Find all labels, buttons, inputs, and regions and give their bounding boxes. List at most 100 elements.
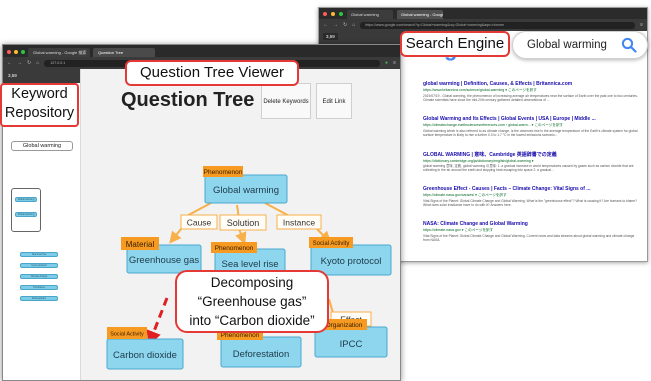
result-snippet: global warming 意味, 定義, global warming の意… [423,164,634,173]
svg-text:Kyoto protocol: Kyoto protocol [321,256,382,267]
browser-tab[interactable]: Global warming - Google 検索 [28,48,90,57]
tree-node-deforestation: Deforestation [220,336,302,368]
result-snippet: Vital Signs of the Planet: Global Climat… [423,199,637,208]
tree-node-global-warming: Global warming [204,174,288,204]
question-tree-canvas[interactable]: Question Tree Delete Keywords Edit Link [81,69,400,380]
callout-decomposing: Decomposing “Greenhouse gas” into “Carbo… [175,270,329,333]
search-result: Greenhouse Effect - Causes | Facts – Cli… [423,186,638,212]
decompose-arrow [146,297,169,346]
home-icon[interactable]: ⌂ [352,22,355,28]
result-title-link[interactable]: NASA: Climate Change and Global Warming [423,221,638,227]
keyword-list-item[interactable]: Kyoto protocol [20,263,58,268]
address-bar[interactable]: https://www.google.com/search?q=Global+w… [360,21,636,29]
callout-question-tree-viewer: Question Tree Viewer [125,60,299,86]
keyword-chip[interactable]: Global warming [15,212,37,217]
svg-text:Phenomenon: Phenomenon [204,169,243,176]
callout-line: Keyword [11,86,68,102]
svg-text:IPCC: IPCC [340,339,363,350]
reload-icon[interactable]: ↻ [27,60,31,66]
result-url[interactable]: https://climate.nasa.gov ▾ このページを訳す [423,228,638,233]
callout-search-engine: Search Engine [400,31,510,57]
search-results: global warming | Definition, Causes, & E… [423,81,638,256]
result-title-link[interactable]: global warming | Definition, Causes, & E… [423,81,638,87]
forward-icon[interactable]: → [17,60,22,66]
svg-text:Greenhouse gas: Greenhouse gas [129,255,199,266]
reload-icon[interactable]: ↻ [343,22,347,28]
keyword-list-item[interactable]: Climate change [20,274,58,279]
forward-icon[interactable]: → [333,22,338,28]
keyword-list-item[interactable]: Deforestation [20,296,58,301]
svg-text:Cause: Cause [187,218,212,228]
result-snippet: Vital Signs of the Planet: Global Climat… [423,234,635,243]
tree-tag-social-activity: Social Activity [309,237,353,248]
tree-tag-phenomenon: Phenomenon [203,166,243,177]
address-bar-row: ← → ↻ ⌂ https://www.google.com/search?q=… [319,19,647,31]
browser-tab-active[interactable]: Global warming - Google 検索 [397,10,443,19]
relation-instance-label: Instance [276,214,322,230]
svg-text:Instance: Instance [283,218,315,228]
relation-cause-label: Cause [180,214,218,230]
maximize-window-icon[interactable] [339,11,343,16]
extension-icon[interactable]: ● [385,60,388,66]
svg-text:Sea level rise: Sea level rise [221,259,278,270]
keyword-card[interactable]: Global warming Global warming [11,188,41,232]
search-icon[interactable] [621,37,637,58]
svg-text:Organization: Organization [326,322,363,329]
search-box[interactable]: Global warming [512,31,648,59]
search-result: NASA: Climate Change and Global Warming … [423,221,638,247]
result-snippet: Global warming which is also referred to… [423,129,638,138]
browser-tab[interactable]: Global warming [347,10,393,19]
search-query[interactable]: Global warming [527,39,607,51]
result-url[interactable]: https://dictionary.cambridge.org/ja/dict… [423,159,638,163]
relation-solution-label: Solution [219,214,267,231]
minimize-window-icon[interactable] [331,11,335,16]
close-window-icon[interactable] [323,11,327,16]
back-icon[interactable]: ← [323,22,328,28]
result-title-link[interactable]: Greenhouse Effect - Causes | Facts – Cli… [423,186,638,192]
zoom-level[interactable]: 3,59 [323,33,338,40]
keyword-list-item[interactable]: Sea level rise [20,252,58,257]
minimize-window-icon[interactable] [14,50,18,54]
svg-text:Phenomenon: Phenomenon [221,332,260,339]
zoom-level[interactable]: 3,59 [3,69,80,83]
tree-edge [169,228,182,244]
question-tree-diagram: Cause Solution Instance Effect Glo [106,166,392,370]
tree-node-ipcc: IPCC [314,326,388,358]
menu-icon[interactable]: ≡ [640,22,643,28]
svg-text:Global warming: Global warming [213,185,279,196]
keyword-list-item[interactable]: Hurricanes [20,285,58,290]
result-title-link[interactable]: Global Warming and Its Effects | Global … [423,116,638,122]
result-url[interactable]: https://www.britannica.com/science/globa… [423,88,638,93]
browser-tabbar: Global warming - Google 検索 Question Tree [3,45,400,57]
menu-icon[interactable]: ≡ [393,60,396,66]
maximize-window-icon[interactable] [21,50,25,54]
svg-text:Material: Material [126,240,155,249]
home-icon[interactable]: ⌂ [36,60,39,66]
keyword-search-field[interactable]: Global warming [11,141,73,151]
result-url[interactable]: https://climatechange.earthsciencesrefer… [423,123,638,128]
callout-line: into “Carbon dioxide” [189,313,315,328]
svg-text:Social Activity: Social Activity [110,332,144,338]
browser-tab-active[interactable]: Question Tree [93,48,155,57]
result-url[interactable]: https://climate.nasa.gov/causes/ ▾ このページ… [423,193,638,198]
tree-node-kyoto-protocol: Kyoto protocol [310,244,392,276]
close-window-icon[interactable] [7,50,11,54]
callout-keyword-repository: Keyword Repository [0,83,79,127]
tree-tag-phenomenon: Phenomenon [211,242,257,253]
callout-line: Decomposing [210,275,294,290]
callout-line: “Greenhouse gas” [197,294,307,309]
tree-tag-material: Material [121,237,159,250]
tree-edge [328,298,334,314]
tree-tag-social-activity: Social Activity [107,327,147,339]
svg-text:Social Activity: Social Activity [313,241,350,247]
tree-node-carbon-dioxide: Carbon dioxide [106,338,184,370]
keyword-chip[interactable]: Global warming [15,197,37,202]
svg-text:Phenomenon: Phenomenon [215,245,254,252]
svg-text:Solution: Solution [227,218,260,228]
callout-line: Repository [4,105,75,121]
search-result: Global Warming and Its Effects | Global … [423,116,638,142]
back-icon[interactable]: ← [7,60,12,66]
search-result: global warming | Definition, Causes, & E… [423,81,638,107]
svg-text:Deforestation: Deforestation [233,349,290,360]
result-title-link[interactable]: GLOBAL WARMING | 意味、Cambridge 英語辞書での定義 [423,151,638,158]
